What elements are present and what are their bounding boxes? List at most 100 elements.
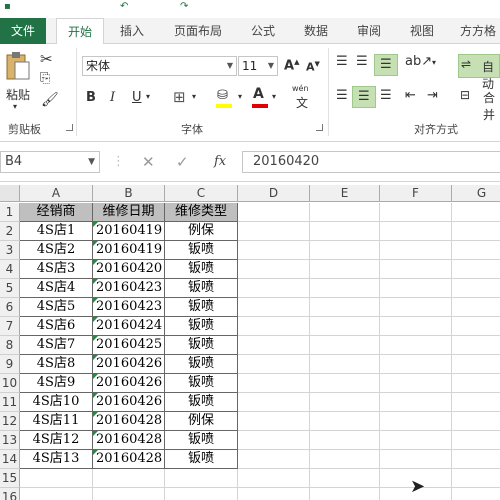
phonetic-button[interactable]: wén 文 (292, 84, 314, 110)
font-family-select[interactable]: 宋体 ▼ (82, 56, 237, 76)
cell-f4[interactable] (380, 260, 452, 279)
align-left-icon[interactable]: ☰ (336, 88, 348, 103)
cell-d1[interactable] (238, 203, 310, 222)
cell-b1[interactable]: 维修日期 (93, 203, 165, 222)
cell-g8[interactable] (452, 336, 500, 355)
copy-icon[interactable]: ⎘ (40, 71, 50, 86)
cell-a4[interactable]: 4S店3 (20, 260, 93, 279)
paste-button[interactable]: 粘贴 ▾ (3, 50, 33, 112)
cell-f3[interactable] (380, 241, 452, 260)
align-middle-icon[interactable]: ☰ (356, 54, 368, 69)
chevron-down-icon[interactable]: ▾ (146, 92, 150, 101)
font-size-select[interactable]: 11 ▼ (238, 56, 278, 76)
underline-icon[interactable]: U (132, 90, 142, 105)
cell-a10[interactable]: 4S店9 (20, 374, 93, 393)
worksheet-grid[interactable]: A B C D E F G 1 经销商 维修日期 维修类型 2 4S店1 20160419 例保 3 4S店2 2… (0, 182, 500, 500)
cell-d14[interactable] (238, 450, 310, 469)
row-header-4[interactable]: 4 (0, 260, 20, 279)
increase-indent-icon[interactable]: ⇥ (427, 88, 438, 103)
cell-e13[interactable] (310, 431, 380, 450)
cell-g7[interactable] (452, 317, 500, 336)
fill-color-button[interactable]: ⛁ (214, 88, 236, 108)
cell-f14[interactable] (380, 450, 452, 469)
cell-c8[interactable]: 钣喷 (165, 336, 238, 355)
cell-a13[interactable]: 4S店12 (20, 431, 93, 450)
cell-e16[interactable] (310, 488, 380, 500)
cell-a15[interactable] (20, 469, 93, 488)
cell-g12[interactable] (452, 412, 500, 431)
cell-e14[interactable] (310, 450, 380, 469)
column-header-d[interactable]: D (238, 185, 310, 202)
align-center-button[interactable]: ☰ (352, 86, 376, 108)
cell-a1[interactable]: 经销商 (20, 203, 93, 222)
cell-f6[interactable] (380, 298, 452, 317)
column-header-f[interactable]: F (380, 185, 452, 202)
cell-d3[interactable] (238, 241, 310, 260)
cell-e11[interactable] (310, 393, 380, 412)
row-header-10[interactable]: 10 (0, 374, 20, 393)
orientation-icon[interactable]: ab↗ (405, 54, 432, 69)
align-top-icon[interactable]: ☰ (336, 54, 348, 69)
cell-a9[interactable]: 4S店8 (20, 355, 93, 374)
row-header-3[interactable]: 3 (0, 241, 20, 260)
cell-e1[interactable] (310, 203, 380, 222)
cell-d8[interactable] (238, 336, 310, 355)
cell-e4[interactable] (310, 260, 380, 279)
cell-b4[interactable]: 20160420 (93, 260, 165, 279)
tab-insert[interactable]: 插入 (110, 18, 154, 44)
align-bottom-button[interactable]: ☰ (374, 54, 398, 76)
cell-c6[interactable]: 钣喷 (165, 298, 238, 317)
cell-f8[interactable] (380, 336, 452, 355)
cell-f13[interactable] (380, 431, 452, 450)
column-header-e[interactable]: E (310, 185, 380, 202)
cell-g14[interactable] (452, 450, 500, 469)
cell-c15[interactable] (165, 469, 238, 488)
chevron-down-icon[interactable]: ▾ (432, 58, 436, 67)
undo-icon[interactable]: ↶ (120, 1, 128, 12)
row-header-14[interactable]: 14 (0, 450, 20, 469)
row-header-12[interactable]: 12 (0, 412, 20, 431)
cell-g1[interactable] (452, 203, 500, 222)
cell-a12[interactable]: 4S店11 (20, 412, 93, 431)
font-launcher-icon[interactable] (316, 124, 323, 131)
row-header-16[interactable]: 16 (0, 488, 20, 500)
cell-g9[interactable] (452, 355, 500, 374)
cell-f12[interactable] (380, 412, 452, 431)
cell-e12[interactable] (310, 412, 380, 431)
chevron-down-icon[interactable]: ▾ (272, 92, 276, 101)
cell-g15[interactable] (452, 469, 500, 488)
cell-c11[interactable]: 钣喷 (165, 393, 238, 412)
cut-icon[interactable]: ✂ (40, 50, 53, 68)
cell-d11[interactable] (238, 393, 310, 412)
cell-d12[interactable] (238, 412, 310, 431)
cell-b5[interactable]: 20160423 (93, 279, 165, 298)
column-header-a[interactable]: A (20, 185, 93, 202)
bold-icon[interactable]: B (86, 90, 96, 105)
cell-g2[interactable] (452, 222, 500, 241)
cell-f9[interactable] (380, 355, 452, 374)
cell-c9[interactable]: 钣喷 (165, 355, 238, 374)
clipboard-launcher-icon[interactable] (66, 124, 73, 131)
cell-d4[interactable] (238, 260, 310, 279)
cell-e10[interactable] (310, 374, 380, 393)
row-header-11[interactable]: 11 (0, 393, 20, 412)
row-header-15[interactable]: 15 (0, 469, 20, 488)
tab-review[interactable]: 审阅 (346, 18, 392, 44)
cell-a16[interactable] (20, 488, 93, 500)
cell-b11[interactable]: 20160426 (93, 393, 165, 412)
column-header-b[interactable]: B (93, 185, 165, 202)
cell-c7[interactable]: 钣喷 (165, 317, 238, 336)
save-icon[interactable]: ▪ (4, 1, 11, 12)
cell-d7[interactable] (238, 317, 310, 336)
cell-a14[interactable]: 4S店13 (20, 450, 93, 469)
cell-a2[interactable]: 4S店1 (20, 222, 93, 241)
insert-function-icon[interactable]: fx (214, 151, 226, 173)
format-painter-icon[interactable]: 🖌 (41, 92, 59, 108)
cell-b13[interactable]: 20160428 (93, 431, 165, 450)
cell-g11[interactable] (452, 393, 500, 412)
row-header-9[interactable]: 9 (0, 355, 20, 374)
cell-b10[interactable]: 20160426 (93, 374, 165, 393)
cell-b9[interactable]: 20160426 (93, 355, 165, 374)
cell-d5[interactable] (238, 279, 310, 298)
cell-a5[interactable]: 4S店4 (20, 279, 93, 298)
